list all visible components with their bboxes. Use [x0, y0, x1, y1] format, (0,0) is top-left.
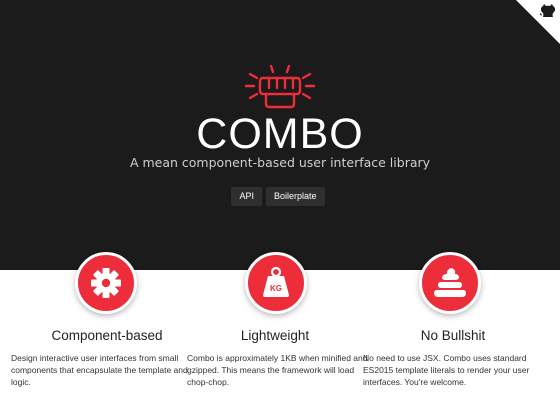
gear-icon — [91, 268, 121, 298]
feature-title: No Bullshit — [420, 328, 486, 343]
nav-button-row: API Boilerplate — [0, 187, 558, 206]
github-octocat-icon — [540, 4, 556, 17]
github-corner-link[interactable] — [516, 0, 560, 44]
weight-kg-text: KG — [270, 284, 282, 293]
punching-fist-icon — [244, 64, 316, 109]
feature-icon-circle: KG — [245, 252, 307, 314]
weight-kg-icon: KG — [263, 266, 289, 297]
poop-icon — [434, 268, 466, 297]
feature-icon-circle — [419, 252, 481, 314]
feature-title: Component-based — [51, 328, 163, 343]
hero-section: COMBO A mean component-based user interf… — [0, 0, 560, 270]
feature-description: No need to use JSX. Combo uses standard … — [363, 353, 530, 387]
feature-description: Design interactive user interfaces from … — [11, 353, 188, 387]
feature-description: Combo is approximately 1KB when minified… — [187, 353, 368, 387]
page-title: COMBO — [196, 110, 364, 158]
feature-title: Lightweight — [240, 328, 310, 343]
boilerplate-button[interactable]: Boilerplate — [265, 187, 325, 206]
feature-icon-circle — [75, 252, 137, 314]
page-subtitle: A mean component-based user interface li… — [129, 155, 431, 170]
api-button[interactable]: API — [231, 187, 262, 206]
page: COMBO A mean component-based user interf… — [0, 0, 560, 419]
